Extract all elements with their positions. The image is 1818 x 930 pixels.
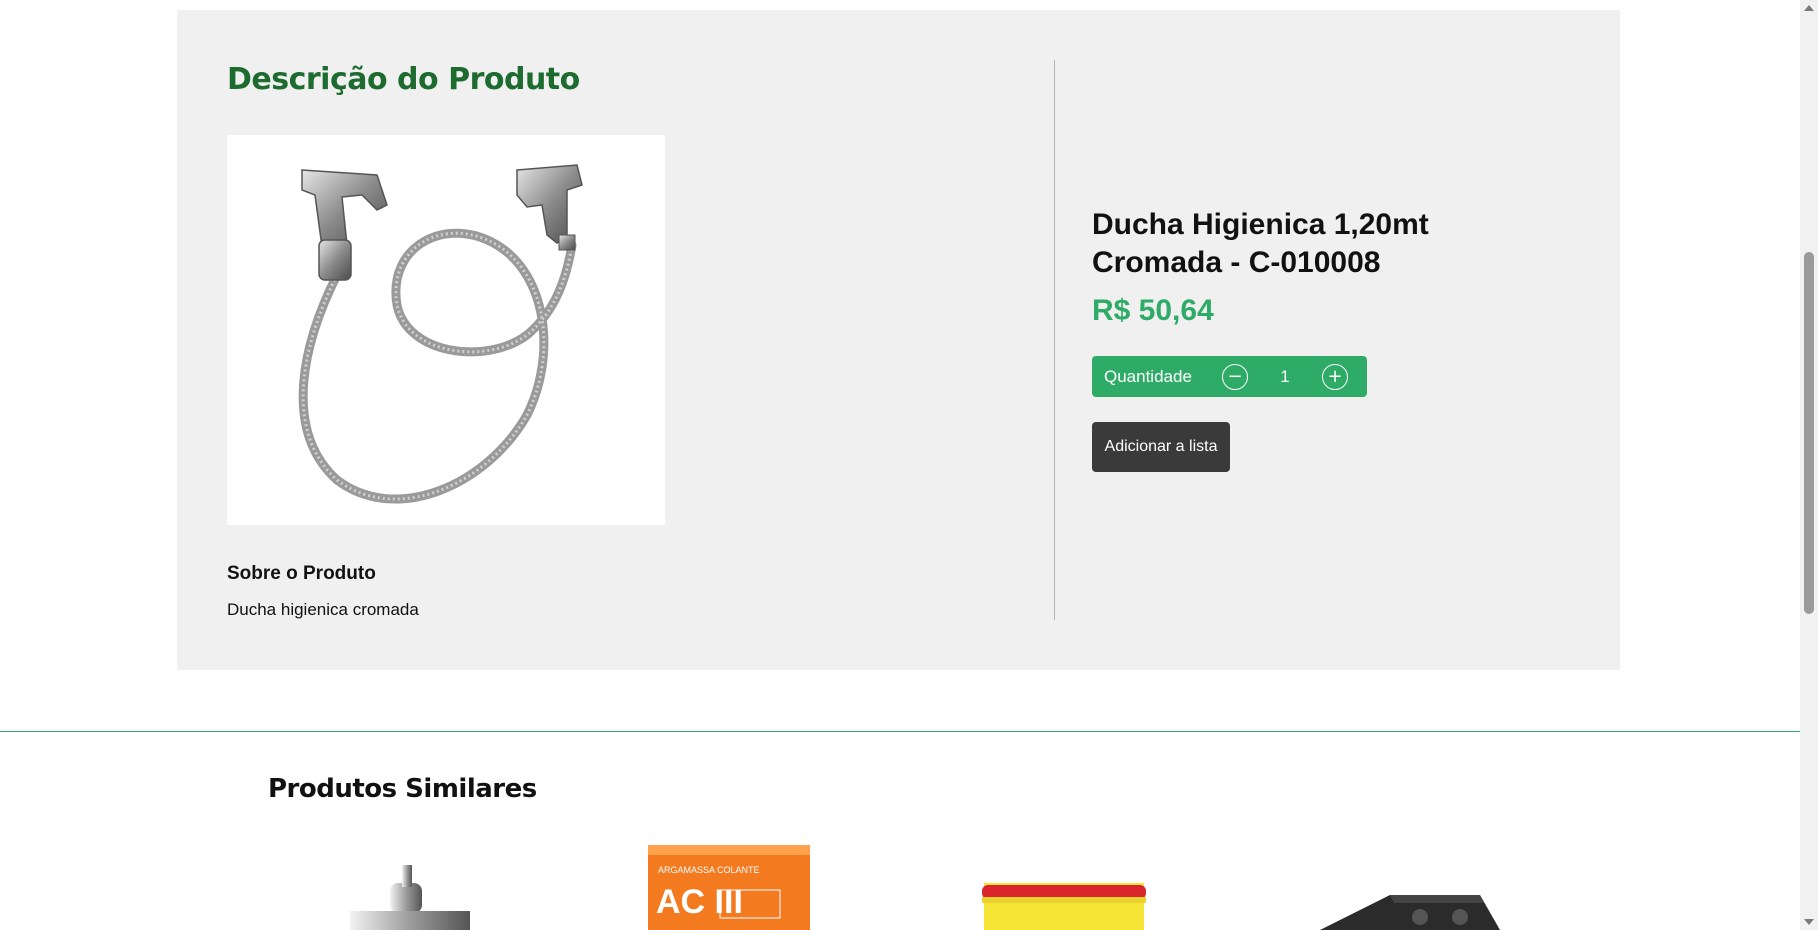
- cooktop-image: [1320, 895, 1500, 930]
- mortar-bag-image: ARGAMASSA COLANTE AC III: [648, 845, 810, 930]
- quantity-stepper: Quantidade − 1 +: [1092, 356, 1367, 397]
- similar-product-paint[interactable]: [982, 845, 1146, 930]
- scroll-up-icon[interactable]: [1804, 5, 1814, 11]
- vertical-scrollbar[interactable]: [1800, 0, 1818, 930]
- similar-product-cooktop[interactable]: [1300, 845, 1500, 930]
- product-price: R$ 50,64: [1092, 294, 1214, 327]
- faucet-image: [350, 865, 470, 930]
- paint-bucket-image: [982, 883, 1146, 930]
- minus-circle-icon[interactable]: −: [1222, 363, 1248, 390]
- vertical-divider: [1054, 60, 1055, 620]
- similar-product-faucet[interactable]: [350, 845, 470, 930]
- add-to-list-button[interactable]: Adicionar a lista: [1092, 422, 1230, 472]
- scroll-down-icon[interactable]: [1804, 919, 1814, 925]
- scroll-thumb[interactable]: [1804, 252, 1814, 614]
- quantity-label: Quantidade: [1104, 366, 1192, 386]
- section-title: Descrição do Produto: [227, 62, 580, 97]
- quantity-value[interactable]: 1: [1248, 367, 1322, 387]
- similar-product-mortar[interactable]: ARGAMASSA COLANTE AC III: [648, 845, 810, 930]
- product-image: [227, 135, 665, 525]
- product-description-panel: Descrição do Produto Sobre o Produto Duc…: [177, 10, 1620, 670]
- mortar-big-text: AC III: [656, 883, 743, 921]
- about-product-title: Sobre o Produto: [227, 563, 376, 584]
- plus-circle-icon[interactable]: +: [1322, 363, 1348, 390]
- product-name: Ducha Higienica 1,20mt Cromada - C-01000…: [1092, 208, 1429, 279]
- section-divider: [0, 731, 1800, 732]
- mortar-brand-text: ARGAMASSA COLANTE: [658, 865, 760, 875]
- similar-products-title: Produtos Similares: [268, 774, 537, 804]
- about-product-text: Ducha higienica cromada: [227, 600, 419, 619]
- hygienic-shower-image: [298, 164, 583, 504]
